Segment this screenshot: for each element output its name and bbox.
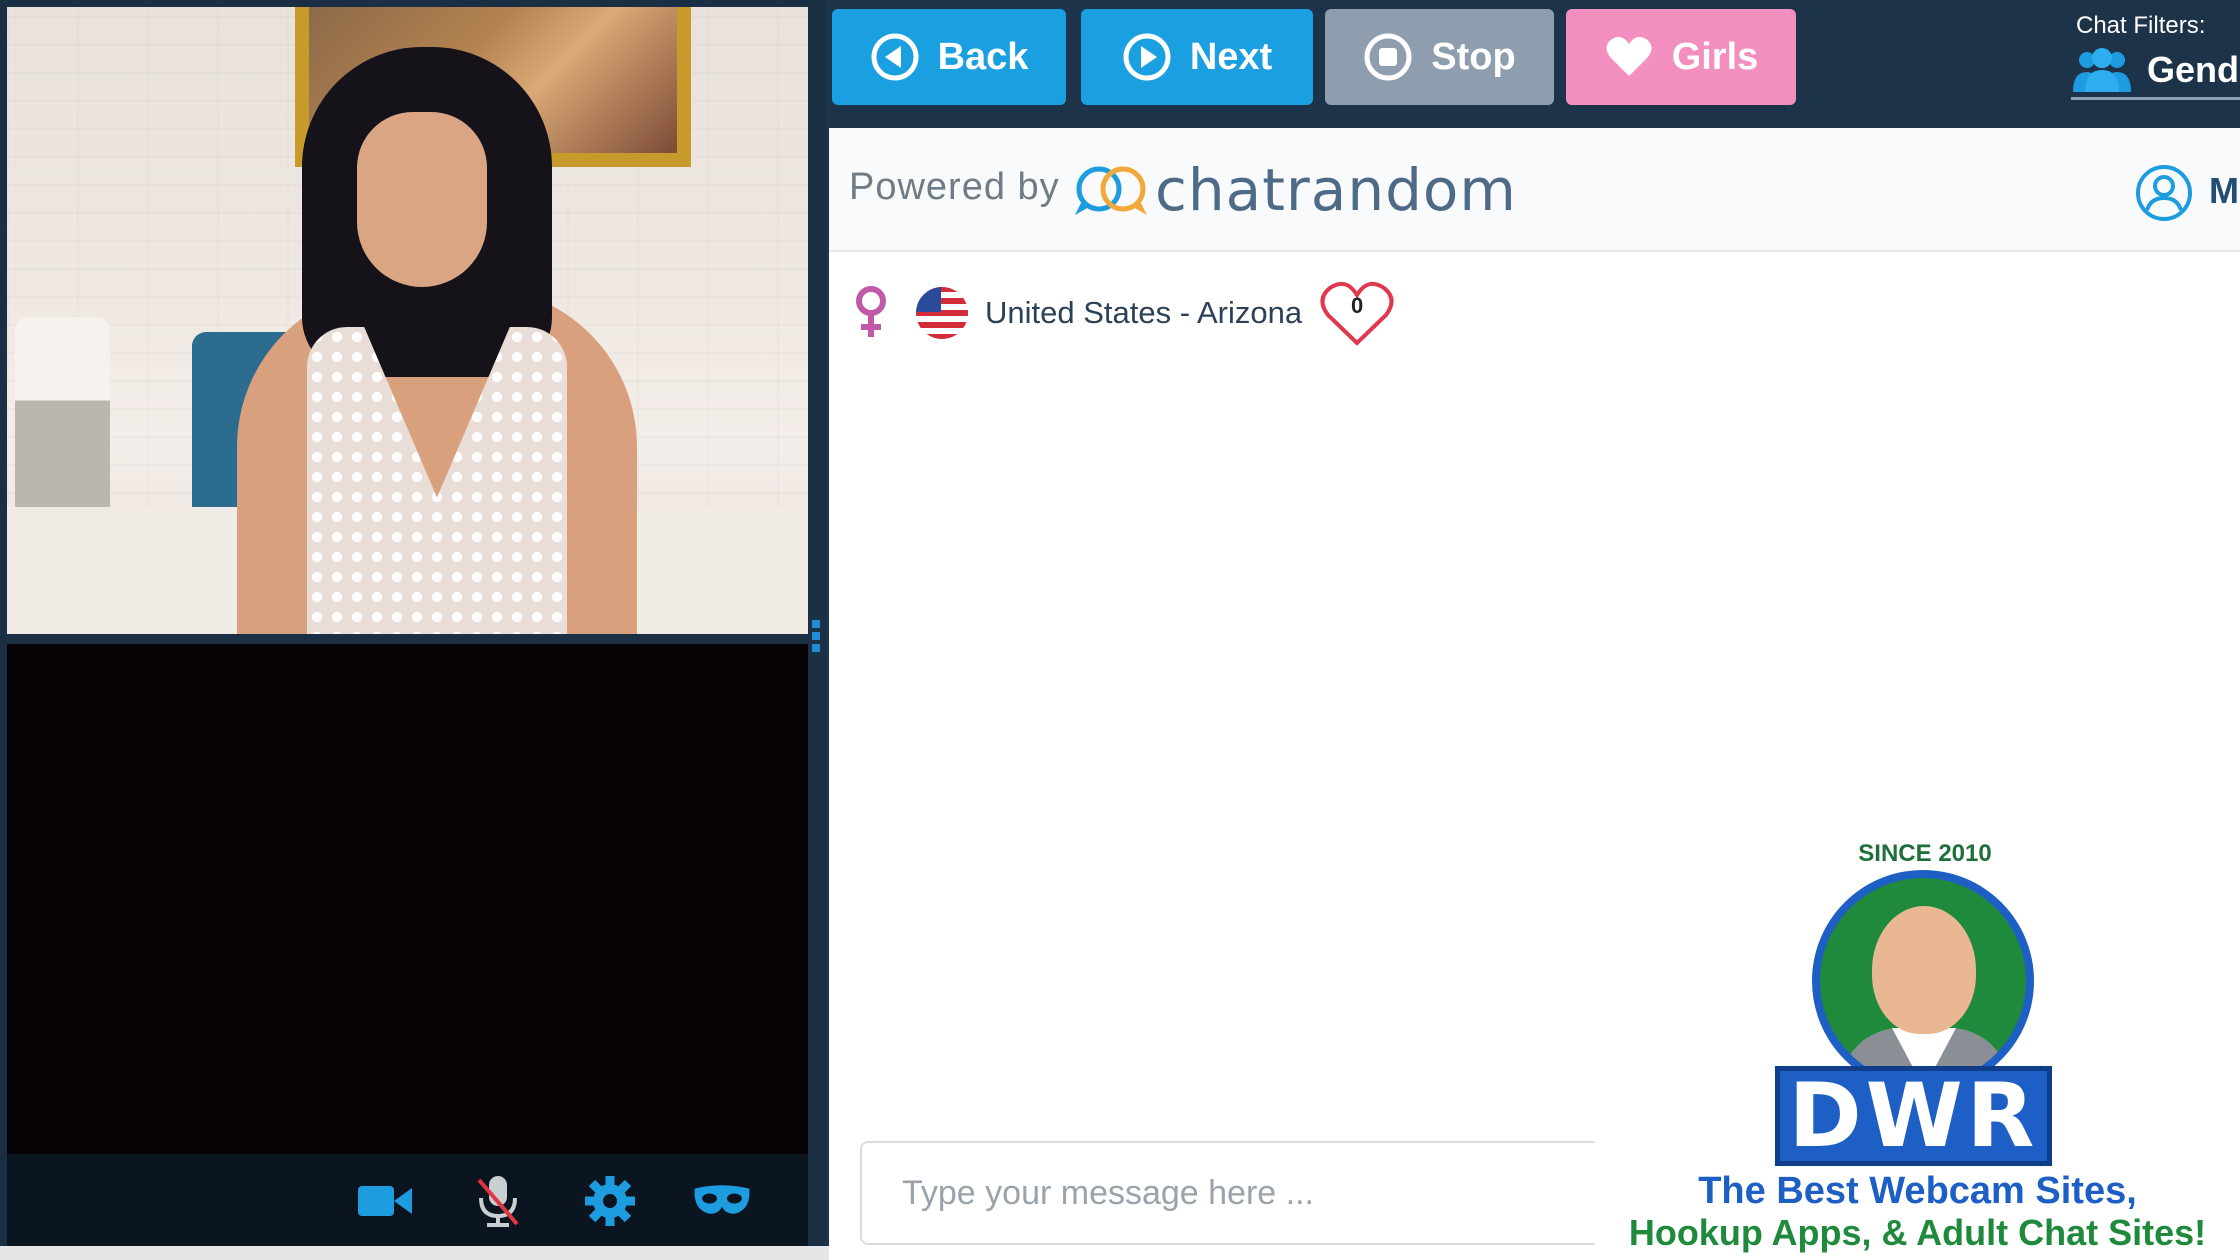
stop-button[interactable]: Stop <box>1325 9 1554 105</box>
media-controls-bar <box>7 1154 808 1246</box>
stop-label: Stop <box>1431 35 1516 78</box>
gender-filter-label: Gend <box>2147 48 2240 90</box>
video-camera-icon <box>358 1186 412 1216</box>
status-bar <box>0 1246 932 1260</box>
mask-button[interactable] <box>691 1172 753 1230</box>
dwr-watermark: SINCE 2010 DWR The Best Webcam Sites, Ho… <box>1595 840 2240 1260</box>
back-circle-icon <box>871 33 919 81</box>
like-button[interactable]: 0 <box>1320 279 1394 347</box>
back-label: Back <box>937 35 1029 78</box>
profile-label[interactable]: M <box>2209 170 2240 212</box>
settings-gear-icon <box>585 1176 635 1226</box>
powered-by-text: Powered by <box>849 166 1060 208</box>
stop-circle-icon <box>1364 33 1412 81</box>
user-profile-icon[interactable] <box>2135 164 2193 222</box>
us-flag-icon <box>916 287 968 339</box>
top-toolbar: Back Next Stop Girls Chat Filters: Gend <box>826 0 2240 128</box>
girls-button[interactable]: Girls <box>1566 9 1796 105</box>
settings-button[interactable] <box>579 1172 641 1230</box>
female-icon <box>856 286 886 337</box>
partner-info: United States - Arizona 0 <box>851 278 1394 348</box>
stranger-video-feed <box>7 7 808 634</box>
resize-handle[interactable] <box>812 620 822 660</box>
chatrandom-logo[interactable]: chatrandom <box>1073 156 1517 224</box>
since-text: SINCE 2010 <box>1858 840 1992 867</box>
dwr-tagline-line-2: Hookup Apps, & Adult Chat Sites! <box>1628 1212 2207 1253</box>
mask-icon <box>694 1185 750 1214</box>
users-group-icon <box>2073 47 2131 92</box>
back-button[interactable]: Back <box>832 9 1066 105</box>
chat-filters-title: Chat Filters: <box>2076 12 2206 39</box>
microphone-muted-icon <box>477 1176 519 1227</box>
video-column <box>0 0 826 1260</box>
heart-icon <box>1606 36 1652 76</box>
likes-count: 0 <box>1350 293 1364 318</box>
chat-bubbles-icon <box>1075 166 1147 215</box>
next-button[interactable]: Next <box>1081 9 1313 105</box>
video-camera-button[interactable] <box>354 1172 416 1230</box>
dwr-avatar-icon <box>1812 870 2034 1092</box>
next-label: Next <box>1189 35 1273 78</box>
girls-label: Girls <box>1671 35 1759 78</box>
play-circle-icon <box>1123 33 1171 81</box>
chat-header: Powered by chatrandom M <box>829 128 2240 252</box>
partner-location: United States - Arizona <box>985 295 1303 330</box>
gender-filter-dropdown[interactable]: Gend <box>2071 42 2240 100</box>
chatrandom-wordmark: chatrandom <box>1155 156 1517 224</box>
dwr-tagline-line-1: The Best Webcam Sites, <box>1698 1170 2137 1212</box>
self-video-feed <box>7 644 808 1154</box>
video-lamp <box>15 317 110 537</box>
video-person-face <box>357 112 487 287</box>
microphone-button[interactable] <box>467 1172 529 1230</box>
dwr-logo-text: DWR <box>1775 1066 2052 1166</box>
message-input[interactable] <box>860 1141 1620 1245</box>
